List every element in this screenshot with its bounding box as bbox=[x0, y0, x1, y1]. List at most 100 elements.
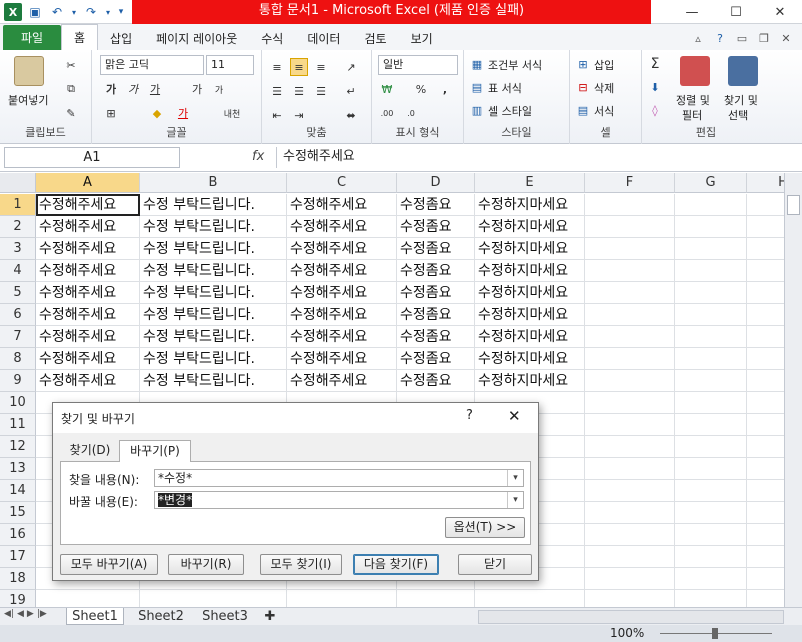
sort-filter-button-2[interactable]: 필터 bbox=[682, 107, 702, 123]
cell[interactable]: 수정해주세요 bbox=[36, 370, 140, 392]
cell[interactable]: 수정해주세요 bbox=[36, 326, 140, 348]
redo-icon[interactable]: ↷ bbox=[82, 3, 100, 21]
format-cells-icon[interactable]: ▤ bbox=[574, 101, 592, 119]
cell[interactable] bbox=[287, 590, 397, 607]
phonetic-button[interactable]: 내천 bbox=[218, 104, 246, 122]
last-sheet-icon[interactable]: |▶ bbox=[37, 609, 47, 619]
workbook-minimize-icon[interactable]: ▭ bbox=[732, 28, 752, 48]
cell[interactable] bbox=[675, 326, 747, 348]
increase-decimal-icon[interactable]: .00 bbox=[378, 104, 396, 122]
column-header[interactable]: H bbox=[747, 173, 784, 193]
workbook-close-icon[interactable]: ✕ bbox=[776, 28, 796, 48]
cell[interactable] bbox=[675, 370, 747, 392]
tab-formulas[interactable]: 수식 bbox=[249, 26, 295, 50]
cell[interactable]: 수정하지마세요 bbox=[475, 304, 585, 326]
row-header[interactable]: 12 bbox=[0, 436, 36, 458]
cell[interactable] bbox=[747, 524, 784, 546]
cell[interactable] bbox=[675, 590, 747, 607]
cell[interactable]: 수정해주세요 bbox=[36, 304, 140, 326]
cell[interactable] bbox=[747, 194, 784, 216]
cell-style-button[interactable]: 셀 스타일 bbox=[488, 103, 532, 119]
row-header[interactable]: 4 bbox=[0, 260, 36, 282]
cell[interactable] bbox=[585, 480, 675, 502]
tab-data[interactable]: 데이터 bbox=[295, 26, 352, 50]
tab-replace[interactable]: 바꾸기(P) bbox=[119, 440, 191, 462]
cell[interactable] bbox=[585, 502, 675, 524]
align-right-icon[interactable]: ☰ bbox=[312, 82, 330, 100]
cell[interactable]: 수정좀요 bbox=[397, 282, 475, 304]
find-what-input[interactable]: *수정* ▾ bbox=[154, 469, 524, 487]
cell[interactable]: 수정하지마세요 bbox=[475, 348, 585, 370]
fx-icon[interactable]: fx bbox=[252, 149, 264, 164]
cell[interactable]: 수정 부탁드립니다. bbox=[140, 326, 287, 348]
tab-file[interactable]: 파일 bbox=[3, 25, 61, 50]
row-header[interactable]: 7 bbox=[0, 326, 36, 348]
cell[interactable] bbox=[675, 216, 747, 238]
cell[interactable] bbox=[675, 436, 747, 458]
cell[interactable] bbox=[585, 524, 675, 546]
help-icon[interactable]: ? bbox=[710, 28, 730, 48]
number-format-box[interactable]: 일반 bbox=[378, 55, 458, 75]
delete-cells-button[interactable]: 삭제 bbox=[594, 80, 614, 96]
cell[interactable]: 수정해주세요 bbox=[287, 326, 397, 348]
vertical-scrollbar[interactable] bbox=[784, 173, 802, 607]
column-header[interactable]: E bbox=[475, 173, 585, 193]
cell[interactable] bbox=[675, 414, 747, 436]
cell[interactable] bbox=[140, 590, 287, 607]
cell[interactable]: 수정좀요 bbox=[397, 304, 475, 326]
cell[interactable]: 수정해주세요 bbox=[287, 260, 397, 282]
cell[interactable] bbox=[747, 568, 784, 590]
ribbon-minimize-icon[interactable]: ▵ bbox=[688, 28, 708, 48]
align-left-icon[interactable]: ☰ bbox=[268, 82, 286, 100]
cell[interactable]: 수정해주세요 bbox=[287, 370, 397, 392]
cell[interactable] bbox=[585, 590, 675, 607]
cell[interactable]: 수정 부탁드립니다. bbox=[140, 238, 287, 260]
format-painter-icon[interactable]: ✎ bbox=[62, 104, 80, 122]
fill-icon[interactable]: ⬇ bbox=[646, 78, 664, 96]
sort-filter-icon[interactable] bbox=[680, 56, 710, 86]
autosum-icon[interactable]: Σ bbox=[646, 55, 664, 73]
sort-filter-button[interactable]: 정렬 및 bbox=[676, 92, 710, 108]
decrease-decimal-icon[interactable]: .0 bbox=[402, 104, 420, 122]
cell[interactable]: 수정해주세요 bbox=[36, 216, 140, 238]
redo-dropdown-icon[interactable]: ▾ bbox=[104, 3, 112, 21]
font-size-box[interactable]: 11 bbox=[206, 55, 254, 75]
row-header[interactable]: 14 bbox=[0, 480, 36, 502]
sheet-tab-3[interactable]: Sheet3 bbox=[196, 608, 254, 625]
align-top-icon[interactable]: ≡ bbox=[268, 58, 286, 76]
merge-center-icon[interactable]: ⬌ bbox=[342, 106, 360, 124]
new-sheet-icon[interactable]: ✚ bbox=[260, 608, 280, 625]
cell[interactable]: 수정해주세요 bbox=[36, 238, 140, 260]
row-header[interactable]: 18 bbox=[0, 568, 36, 590]
cell[interactable] bbox=[585, 348, 675, 370]
workbook-restore-icon[interactable]: ❐ bbox=[754, 28, 774, 48]
cell[interactable]: 수정 부탁드립니다. bbox=[140, 216, 287, 238]
insert-cells-icon[interactable]: ⊞ bbox=[574, 55, 592, 73]
align-bottom-icon[interactable]: ≡ bbox=[312, 58, 330, 76]
sheet-tab-1[interactable]: Sheet1 bbox=[66, 608, 124, 625]
cell[interactable] bbox=[585, 260, 675, 282]
tab-home[interactable]: 홈 bbox=[61, 24, 99, 50]
fill-color-icon[interactable]: ◆ bbox=[148, 104, 166, 122]
cell[interactable]: 수정해주세요 bbox=[287, 216, 397, 238]
cell[interactable] bbox=[675, 458, 747, 480]
wrap-text-icon[interactable]: ↵ bbox=[342, 82, 360, 100]
row-header[interactable]: 17 bbox=[0, 546, 36, 568]
cell[interactable] bbox=[747, 370, 784, 392]
cell[interactable] bbox=[747, 546, 784, 568]
cell[interactable]: 수정 부탁드립니다. bbox=[140, 304, 287, 326]
italic-button[interactable]: 가 bbox=[124, 80, 142, 98]
column-header[interactable]: C bbox=[287, 173, 397, 193]
cell[interactable] bbox=[475, 590, 585, 607]
horizontal-scrollbar[interactable] bbox=[478, 610, 784, 624]
cell[interactable] bbox=[675, 238, 747, 260]
replace-with-input[interactable]: *변경* ▾ bbox=[154, 491, 524, 509]
close-button[interactable]: ✕ bbox=[758, 0, 802, 24]
row-header[interactable]: 19 bbox=[0, 590, 36, 607]
cell[interactable] bbox=[585, 216, 675, 238]
cell[interactable] bbox=[585, 414, 675, 436]
cell[interactable] bbox=[585, 194, 675, 216]
row-header[interactable]: 2 bbox=[0, 216, 36, 238]
row-header[interactable]: 1 bbox=[0, 194, 36, 216]
cell[interactable]: 수정해주세요 bbox=[287, 282, 397, 304]
